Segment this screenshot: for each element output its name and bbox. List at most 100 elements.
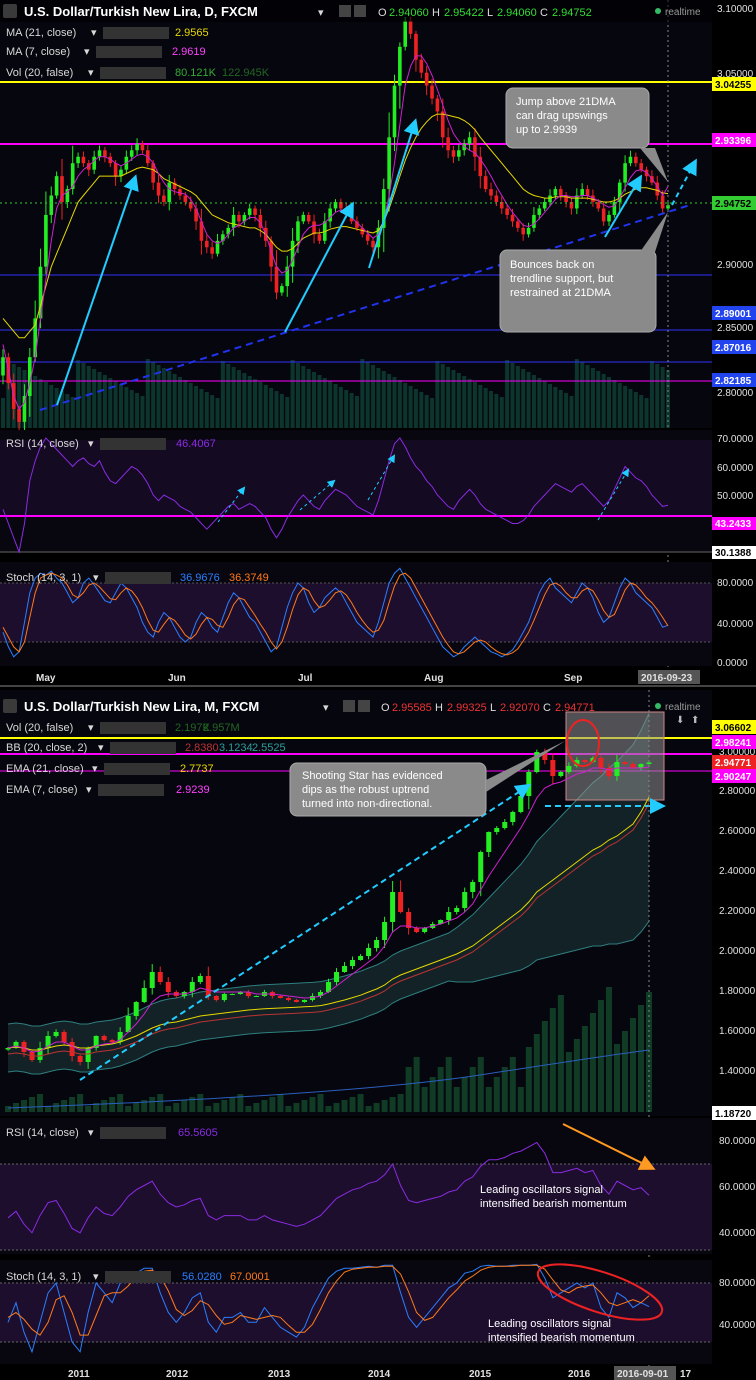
volume-bar — [397, 1094, 404, 1112]
candle-body — [422, 928, 428, 932]
candle-body — [457, 150, 461, 157]
chart-canvas: Jump above 21DMA can drag upswings up to… — [0, 0, 756, 1380]
top-settings-icon[interactable] — [339, 5, 351, 17]
bottom-symbol-menu-icon[interactable] — [3, 699, 17, 713]
volume-bar — [477, 1057, 484, 1112]
bottom-title-dropdown-icon[interactable]: ▾ — [323, 702, 329, 714]
top-study-ma21-controls[interactable] — [103, 27, 169, 39]
volume-bar — [469, 1067, 476, 1112]
bottom-study-vol-label[interactable]: Vol (20, false) — [6, 722, 73, 734]
symbol-menu-icon[interactable] — [3, 4, 17, 18]
top-close-value: 2.94752 — [552, 7, 592, 19]
bottom-study-ema21-controls[interactable] — [104, 763, 170, 775]
volume-bar — [403, 383, 408, 428]
top-study-vol-label[interactable]: Vol (20, false) — [6, 67, 73, 79]
candle-body — [494, 828, 500, 832]
candle-body — [435, 98, 440, 112]
bottom-study-vol-controls[interactable] — [100, 722, 166, 734]
volume-bar — [344, 390, 349, 428]
volume-bar — [301, 1100, 308, 1112]
volume-bar — [157, 1094, 164, 1112]
volume-bar — [424, 395, 429, 428]
volume-bar — [628, 389, 633, 428]
top-study-ma21-dropdown-icon[interactable]: ▾ — [91, 27, 97, 39]
volume-bar — [177, 377, 182, 428]
bottom-settings-icon[interactable] — [343, 700, 355, 712]
bottom-stoch-note-line-2: intensified bearish momentum — [488, 1332, 635, 1344]
volume-bar — [453, 1087, 460, 1112]
volume-bar — [205, 1106, 212, 1112]
annotation-bounce-line-1: Bounces back on — [510, 259, 594, 271]
annotation-shooting-star-line-2: dips as the robust uptrend — [302, 784, 429, 796]
bottom-axis-label: 2.80000 — [719, 786, 756, 797]
bottom-scroll-down-icon[interactable]: ⬇ — [676, 715, 684, 726]
top-stoch-label[interactable]: Stoch (14, 3, 1) — [6, 572, 81, 584]
volume-bar — [501, 1067, 508, 1112]
top-study-vol-controls[interactable] — [100, 67, 166, 79]
bottom-stoch-label[interactable]: Stoch (14, 3, 1) — [6, 1271, 81, 1283]
volume-bar — [43, 382, 48, 428]
bottom-scroll-up-icon[interactable]: ⬆ — [691, 715, 699, 726]
top-stoch-dropdown-icon[interactable]: ▾ — [93, 572, 99, 584]
bottom-chart-title[interactable]: U.S. Dollar/Turkish New Lira, M, FXCM — [24, 699, 259, 714]
price-tag-text: 2.93396 — [715, 136, 752, 147]
volume-bar — [462, 376, 467, 428]
top-study-ma21-label[interactable]: MA (21, close) — [6, 27, 76, 39]
top-study-ma7-label[interactable]: MA (7, close) — [6, 46, 70, 58]
top-title-dropdown-icon[interactable]: ▾ — [318, 7, 324, 19]
bottom-study-ema21-label[interactable]: EMA (21, close) — [6, 763, 84, 775]
top-study-vol-ma-value: 122.945K — [222, 67, 270, 79]
candle-body — [548, 195, 552, 202]
bottom-study-bb-controls[interactable] — [110, 742, 176, 754]
bottom-study-ema7-label[interactable]: EMA (7, close) — [6, 784, 78, 796]
top-time-label: Aug — [424, 673, 443, 684]
top-rsi-label[interactable]: RSI (14, close) — [6, 438, 79, 450]
volume-bar — [53, 1103, 60, 1112]
volume-bar — [623, 386, 628, 428]
bottom-study-ema7-controls[interactable] — [98, 784, 164, 796]
candle-body — [387, 137, 391, 190]
bottom-study-bb-label[interactable]: BB (20, close, 2) — [6, 742, 87, 754]
top-study-vol-dropdown-icon[interactable]: ▾ — [88, 67, 94, 79]
bottom-study-ema21-dropdown-icon[interactable]: ▾ — [92, 763, 98, 775]
volume-bar — [371, 365, 376, 428]
bottom-study-vol-dropdown-icon[interactable]: ▾ — [88, 722, 94, 734]
bottom-study-bb-dropdown-icon[interactable]: ▾ — [98, 742, 104, 754]
candle-body — [17, 408, 21, 422]
candle-body — [392, 85, 397, 138]
bottom-rsi-controls[interactable] — [100, 1127, 166, 1139]
bottom-stoch-note-line-1: Leading oscillators signal — [488, 1318, 611, 1330]
volume-bar — [493, 1077, 500, 1112]
bottom-hide-icon[interactable] — [358, 700, 370, 712]
candle-body — [77, 1056, 83, 1062]
volume-bar — [221, 1100, 228, 1112]
volume-bar — [354, 396, 359, 428]
top-rsi-controls[interactable] — [100, 438, 166, 450]
top-chart-title[interactable]: U.S. Dollar/Turkish New Lira, D, FXCM — [24, 4, 258, 19]
top-stoch-axis-label: 80.0000 — [717, 578, 754, 589]
volume-bar — [629, 1018, 636, 1112]
volume-bar — [440, 364, 445, 428]
candle-body — [558, 772, 564, 776]
top-hide-icon[interactable] — [354, 5, 366, 17]
top-rsi-dropdown-icon[interactable]: ▾ — [88, 438, 94, 450]
candle-body — [424, 72, 429, 86]
bottom-stoch-controls[interactable] — [105, 1271, 171, 1283]
bottom-study-ema7-dropdown-icon[interactable]: ▾ — [86, 784, 92, 796]
volume-bar — [596, 371, 601, 428]
bottom-rsi-label[interactable]: RSI (14, close) — [6, 1127, 79, 1139]
top-study-ma7-controls[interactable] — [96, 46, 162, 58]
top-stoch-controls[interactable] — [105, 572, 171, 584]
bottom-rsi-dropdown-icon[interactable]: ▾ — [88, 1127, 94, 1139]
volume-bar — [21, 1100, 28, 1112]
top-study-ma7-value: 2.9619 — [172, 46, 206, 58]
candle-body — [580, 189, 584, 196]
candle-body — [162, 195, 166, 202]
volume-bar — [261, 1100, 268, 1112]
volume-bar — [101, 1100, 108, 1112]
volume-bar — [322, 378, 327, 428]
top-study-ma7-dropdown-icon[interactable]: ▾ — [84, 46, 90, 58]
volume-bar — [564, 393, 569, 428]
volume-bar — [109, 1097, 116, 1112]
bottom-stoch-dropdown-icon[interactable]: ▾ — [93, 1271, 99, 1283]
